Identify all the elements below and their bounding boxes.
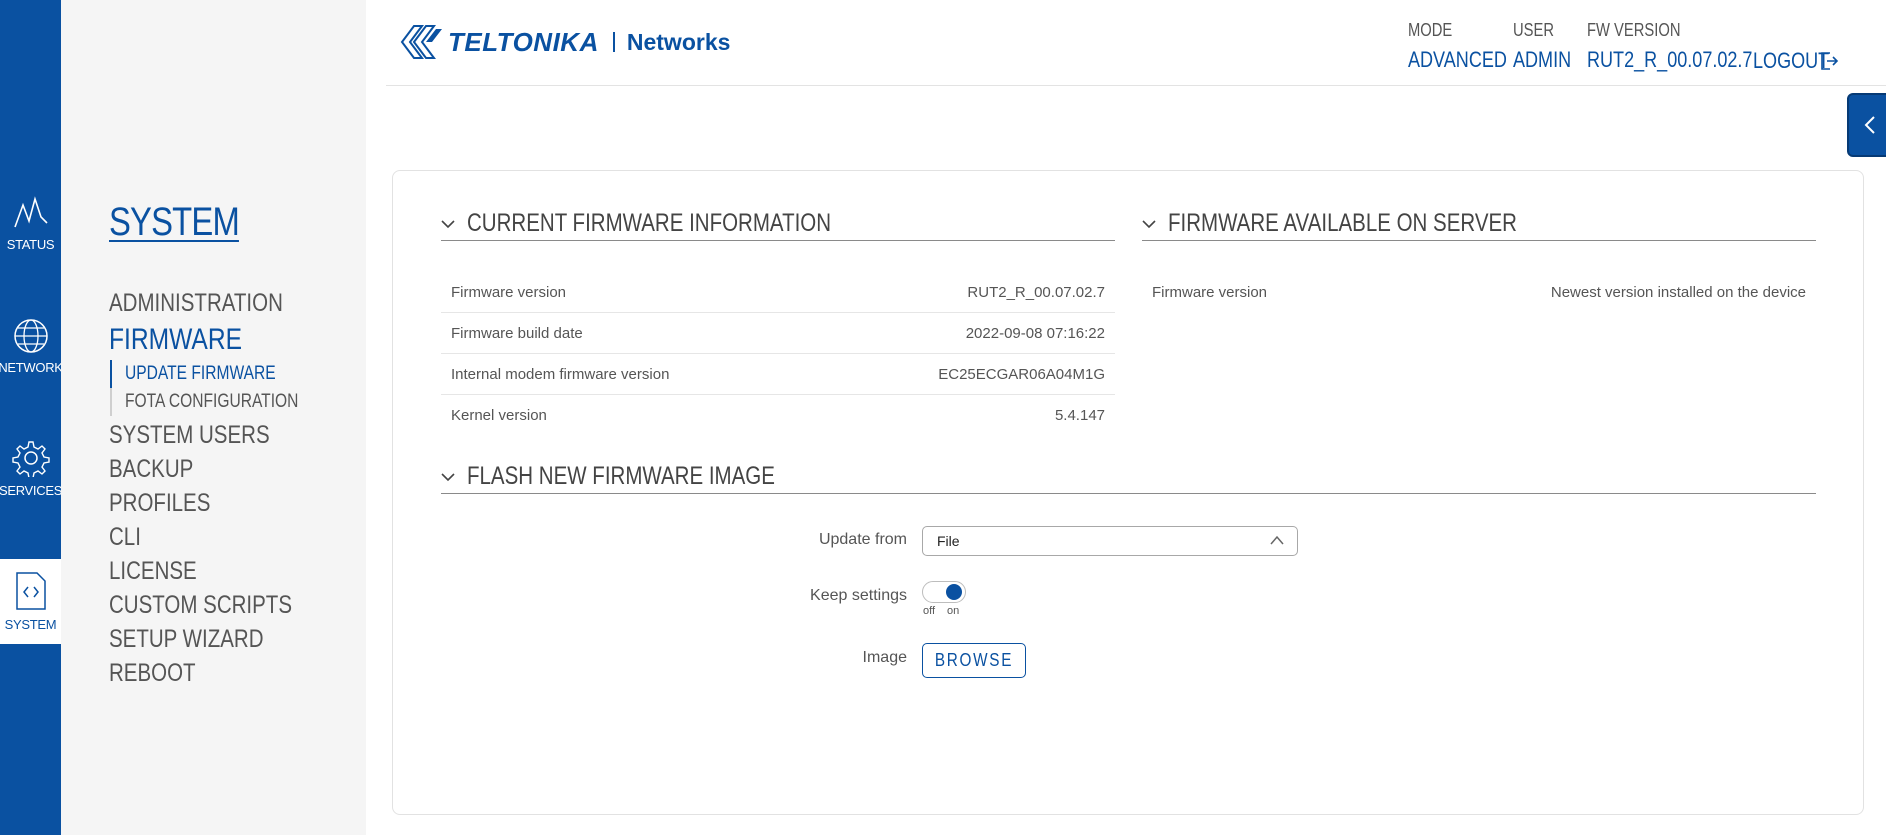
brand-name: TELTONIKA: [448, 26, 599, 57]
user-info: USER ADMIN: [1513, 20, 1584, 73]
info-key: Internal modem firmware version: [451, 365, 670, 383]
current-firmware-header[interactable]: CURRENT FIRMWARE INFORMATION: [441, 207, 1115, 241]
chevron-down-icon: [1142, 219, 1156, 228]
info-row: Kernel version 5.4.147: [441, 395, 1115, 436]
menu-item-system-users[interactable]: SYSTEM USERS: [109, 418, 296, 452]
main-nav-rail: STATUS NETWORK SERVICES SYSTEM: [0, 0, 63, 835]
info-row: Firmware version RUT2_R_00.07.02.7: [441, 272, 1115, 313]
update-from-label: Update from: [818, 531, 907, 548]
rail-item-network[interactable]: NETWORK: [0, 286, 63, 406]
top-header: TELTONIKA Networks MODE ADVANCED USER AD…: [386, 0, 1886, 86]
toggle-on-label: on: [947, 605, 960, 617]
keep-settings-toggle[interactable]: [922, 581, 966, 603]
logout-label: LOGOUT: [1753, 48, 1830, 73]
section-title[interactable]: SYSTEM: [109, 200, 240, 245]
rail-item-system[interactable]: SYSTEM: [0, 559, 61, 644]
chevron-down-icon: [441, 219, 455, 228]
keep-settings-label: Keep settings: [810, 587, 907, 604]
brand-separator: [612, 32, 615, 52]
info-value: 2022-09-08 07:16:22: [965, 324, 1105, 342]
status-icon: [13, 195, 48, 227]
update-from-value: File: [937, 533, 960, 549]
mode-info: MODE ADVANCED: [1408, 20, 1529, 73]
logout-button[interactable]: LOGOUT: [1753, 48, 1839, 74]
globe-icon: [13, 318, 48, 353]
rail-item-label: NETWORK: [0, 359, 63, 375]
update-from-select[interactable]: File: [922, 526, 1298, 556]
mode-value[interactable]: ADVANCED: [1408, 47, 1507, 73]
image-label: Image: [862, 649, 907, 666]
menu-item-profiles[interactable]: PROFILES: [109, 486, 296, 520]
rail-item-services[interactable]: SERVICES: [0, 408, 63, 528]
active-indicator: [110, 360, 112, 388]
teltonika-logo[interactable]: TELTONIKA Networks: [400, 22, 730, 62]
info-key: Firmware build date: [451, 324, 583, 342]
rail-item-status[interactable]: STATUS: [0, 163, 61, 283]
menu-item-setup-wizard[interactable]: SETUP WIZARD: [109, 622, 296, 656]
info-value: EC25ECGAR06A04M1G: [938, 365, 1105, 383]
server-firmware-header[interactable]: FIRMWARE AVAILABLE ON SERVER: [1142, 207, 1816, 241]
menu-item-license[interactable]: LICENSE: [109, 554, 296, 588]
info-key: Firmware version: [451, 283, 567, 301]
chevron-left-icon: [1864, 116, 1875, 134]
gear-icon: [11, 440, 50, 477]
info-key: Kernel version: [451, 407, 547, 424]
sidebar-collapse-tab[interactable]: [1847, 93, 1886, 157]
rail-item-label: SYSTEM: [4, 617, 57, 632]
info-row: Internal modem firmware version EC25ECGA…: [441, 354, 1115, 395]
menu-item-cli[interactable]: CLI: [109, 520, 296, 554]
fw-version-value: RUT2_R_00.07.02.7: [1587, 47, 1753, 72]
mode-label: MODE: [1408, 20, 1453, 40]
menu-item-reboot[interactable]: REBOOT: [109, 656, 296, 690]
brand-suffix: Networks: [626, 28, 731, 55]
flash-firmware-header[interactable]: FLASH NEW FIRMWARE IMAGE: [441, 460, 1816, 494]
info-row: Firmware build date 2022-09-08 07:16:22: [441, 313, 1115, 354]
user-label: USER: [1513, 20, 1555, 40]
toggle-off-label: off: [923, 605, 936, 617]
info-row: Firmware version Newest version installe…: [1142, 272, 1816, 313]
info-value: 5.4.147: [1054, 407, 1105, 424]
section-menu: ADMINISTRATION FIRMWARE UPDATE FIRMWARE …: [109, 286, 336, 690]
menu-item-custom-scripts[interactable]: CUSTOM SCRIPTS: [109, 588, 296, 622]
menu-item-backup[interactable]: BACKUP: [109, 452, 296, 486]
chevron-up-icon: [1270, 535, 1284, 545]
browse-button[interactable]: BROWSE: [922, 643, 1026, 678]
submenu-item-update-firmware[interactable]: UPDATE FIRMWARE: [125, 360, 298, 388]
fw-version-label: FW VERSION: [1587, 20, 1681, 40]
teltonika-logo-icon: [400, 25, 442, 59]
toggle-labels: off on: [923, 605, 971, 617]
user-value[interactable]: ADMIN: [1513, 47, 1571, 73]
menu-item-administration[interactable]: ADMINISTRATION: [109, 286, 296, 320]
browse-label: BROWSE: [934, 650, 1014, 670]
firmware-submenu: UPDATE FIRMWARE FOTA CONFIGURATION: [109, 360, 336, 416]
chevron-down-icon: [441, 472, 455, 481]
rail-item-label: STATUS: [6, 236, 55, 252]
current-firmware-title: CURRENT FIRMWARE INFORMATION: [467, 209, 832, 237]
rail-filler: [0, 644, 61, 835]
section-sidebar: SYSTEM ADMINISTRATION FIRMWARE UPDATE FI…: [61, 0, 366, 835]
submenu-item-fota-configuration[interactable]: FOTA CONFIGURATION: [125, 388, 298, 416]
info-key: Firmware version: [1152, 284, 1268, 301]
server-firmware-title: FIRMWARE AVAILABLE ON SERVER: [1168, 209, 1517, 237]
flash-firmware-title: FLASH NEW FIRMWARE IMAGE: [467, 462, 775, 490]
menu-item-firmware[interactable]: FIRMWARE: [109, 320, 296, 360]
toggle-knob: [946, 584, 962, 600]
info-value: Newest version installed on the device: [1550, 284, 1806, 301]
rail-item-label: SERVICES: [0, 482, 63, 498]
info-value: RUT2_R_00.07.02.7: [967, 283, 1105, 301]
system-file-icon: [15, 572, 46, 610]
firmware-card: CURRENT FIRMWARE INFORMATION Firmware ve…: [392, 170, 1864, 815]
